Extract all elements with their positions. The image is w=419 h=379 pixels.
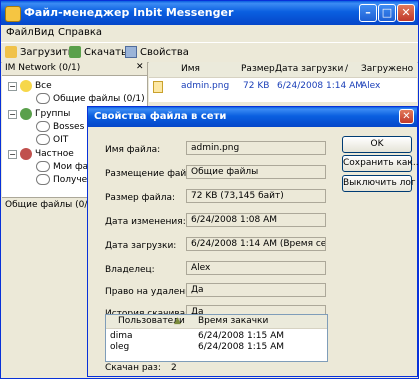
app-icon (5, 6, 21, 22)
tree-item-oit[interactable]: OIT (36, 134, 68, 145)
download-button[interactable]: Скачать (69, 45, 127, 59)
tree-item-shared-files[interactable]: Общие файлы (0/1) (36, 93, 145, 104)
history-time: 6/24/2008 1:15 AM (198, 331, 285, 341)
column-uploader[interactable]: Загружено (361, 64, 413, 74)
field-label: Имя файла: (105, 145, 161, 155)
tree-header: IM Network (0/1) ✕ (2, 62, 147, 76)
download-icon (69, 46, 81, 58)
folder-icon (36, 134, 50, 145)
tree-label: Все (35, 81, 52, 91)
column-size[interactable]: Размер (241, 64, 275, 74)
download-count-value: 2 (171, 363, 177, 373)
private-icon (20, 148, 32, 160)
cell-size: 72 KB (243, 81, 270, 91)
history-user: oleg (110, 342, 130, 352)
field-value: 6/24/2008 1:08 AM (186, 213, 326, 227)
field-label: Дата изменения: (105, 217, 186, 227)
cell-uploader: Alex (361, 81, 381, 91)
menu-view[interactable]: Вид (34, 27, 54, 38)
file-list: Имя Размер Дата загрузки / Загружено adm… (149, 62, 417, 102)
collapse-icon[interactable]: − (8, 81, 17, 91)
tree-item-groups[interactable]: − Группы (8, 108, 70, 120)
close-button[interactable]: ✕ (397, 4, 415, 22)
tree-item-private[interactable]: − Частное (8, 148, 74, 160)
tree-title: IM Network (0/1) (5, 63, 81, 73)
sort-asc-icon: ▲ (174, 316, 181, 326)
title-bar[interactable]: Файл-менеджер Inbit Messenger – □ ✕ (1, 1, 418, 25)
table-row[interactable]: admin.png 72 KB 6/24/2008 1:14 AM Alex (149, 78, 417, 94)
column-upload-date[interactable]: Дата загрузки (275, 64, 343, 74)
field-value: 72 KB (73,145 байт) (186, 189, 326, 203)
field-label: Владелец: (105, 265, 155, 275)
minimize-button[interactable]: – (359, 4, 377, 22)
cell-name: admin.png (181, 81, 230, 91)
collapse-icon[interactable]: − (8, 149, 17, 159)
properties-icon (125, 46, 137, 58)
properties-button[interactable]: Свойства (125, 45, 189, 59)
left-status-text: Общие файлы (0/1) (5, 200, 97, 210)
list-header: Имя Размер Дата загрузки / Загружено (149, 62, 417, 78)
menu-help[interactable]: Справка (58, 27, 102, 38)
disable-log-button[interactable]: Выключить лог (342, 175, 416, 192)
upload-icon (5, 46, 17, 58)
history-header: Пользователи ▲ Время закачки (106, 315, 327, 329)
download-label: Скачать (84, 46, 127, 58)
field-label: Дата загрузки: (105, 241, 177, 251)
dialog-title: Свойства файла в сети (94, 111, 227, 122)
tree-label: OIT (53, 134, 69, 145)
collapse-icon[interactable]: − (8, 109, 17, 119)
upload-button[interactable]: Загрузить (5, 45, 74, 59)
field-label: Размер файла: (105, 193, 175, 203)
folder-icon (36, 121, 50, 132)
menu-file[interactable]: Файл (6, 27, 34, 38)
folder-icon (36, 93, 50, 104)
properties-label: Свойства (140, 46, 189, 58)
tree-label: Частное (35, 149, 74, 159)
field-value: Да (186, 283, 326, 297)
field-value: 6/24/2008 1:14 AM (Время сервера) (186, 237, 326, 251)
tree-label: Группы (35, 109, 71, 119)
file-properties-dialog: Свойства файла в сети ✕ Имя файла: admin… (87, 106, 419, 377)
column-name[interactable]: Имя (181, 64, 200, 74)
field-value: Общие файлы (186, 165, 326, 179)
history-time: 6/24/2008 1:15 AM (198, 342, 285, 352)
dialog-title-bar[interactable]: Свойства файла в сети ✕ (88, 107, 417, 127)
column-download-time[interactable]: Время закачки (198, 316, 268, 326)
upload-label: Загрузить (20, 46, 74, 58)
save-as-button[interactable]: Сохранить как... (342, 155, 419, 172)
dialog-close-button[interactable]: ✕ (399, 109, 414, 124)
field-value: admin.png (186, 141, 326, 155)
toolbar: Загрузить Скачать Свойства (1, 42, 418, 63)
download-count-label: Скачан раз: (105, 363, 161, 373)
sort-indicator: / (345, 64, 349, 74)
tree-label: Общие файлы (0/1) (53, 93, 145, 104)
download-history-table: Пользователи ▲ Время закачки dima 6/24/2… (105, 314, 328, 362)
cell-date: 6/24/2008 1:14 AM (277, 81, 364, 91)
ok-button[interactable]: OK (342, 136, 412, 153)
tree-label: Bosses (53, 121, 85, 132)
tree-item-received[interactable]: Получен (36, 174, 93, 185)
all-icon (20, 80, 32, 92)
tree-item-all[interactable]: − Все (8, 80, 52, 92)
maximize-button[interactable]: □ (378, 4, 396, 22)
folder-icon (36, 174, 50, 185)
history-user: dima (110, 331, 133, 341)
folder-icon (36, 161, 50, 172)
menu-bar: Файл Вид Справка (1, 25, 418, 42)
window-title: Файл-менеджер Inbit Messenger (24, 6, 234, 19)
tree-item-bosses[interactable]: Bosses (36, 121, 84, 132)
close-pane-icon[interactable]: ✕ (136, 62, 145, 72)
groups-icon (20, 108, 32, 120)
file-icon (153, 81, 163, 93)
field-value: Alex (186, 261, 326, 275)
